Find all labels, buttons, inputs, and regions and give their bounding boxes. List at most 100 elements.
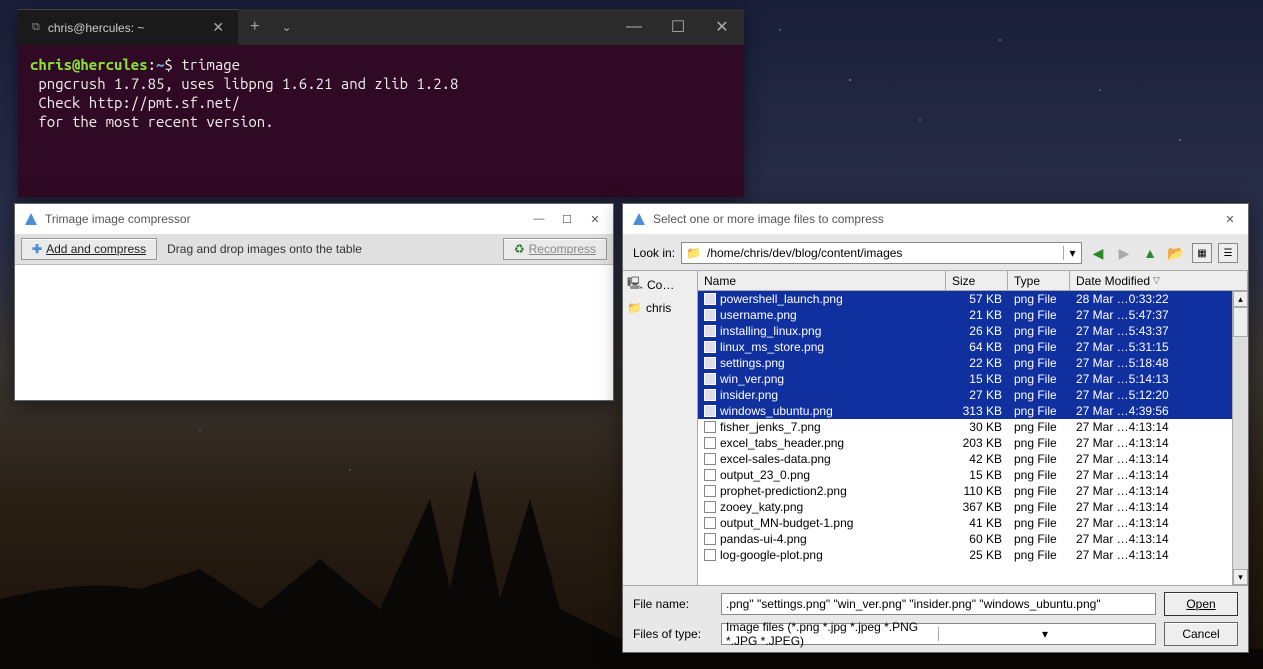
add-and-compress-button[interactable]: ✚ Add and compress <box>21 238 157 260</box>
file-row[interactable]: username.png21 KBpng File27 Mar …5:47:37 <box>698 307 1248 323</box>
file-icon <box>704 549 716 561</box>
file-icon <box>704 389 716 401</box>
terminal-tab[interactable]: ⧉ chris@hercules: ~ ✕ <box>18 9 238 45</box>
header-date[interactable]: Date Modified▽ <box>1070 271 1248 290</box>
file-date: 27 Mar …4:13:14 <box>1070 420 1248 434</box>
maximize-button[interactable]: ☐ <box>656 9 700 45</box>
file-type: png File <box>1008 356 1070 370</box>
header-type[interactable]: Type <box>1008 271 1070 290</box>
file-size: 27 KB <box>946 388 1008 402</box>
file-icon <box>704 357 716 369</box>
file-row[interactable]: windows_ubuntu.png313 KBpng File27 Mar …… <box>698 403 1248 419</box>
file-row[interactable]: log-google-plot.png25 KBpng File27 Mar …… <box>698 547 1248 563</box>
close-tab-icon[interactable]: ✕ <box>212 19 224 36</box>
path-combobox[interactable]: 📁 /home/chris/dev/blog/content/images ▾ <box>681 242 1082 264</box>
file-icon <box>704 373 716 385</box>
file-date: 27 Mar …4:13:14 <box>1070 436 1248 450</box>
picker-titlebar[interactable]: Select one or more image files to compre… <box>623 204 1248 234</box>
file-date: 28 Mar …0:33:22 <box>1070 292 1248 306</box>
sort-desc-icon: ▽ <box>1153 275 1160 286</box>
file-size: 203 KB <box>946 436 1008 450</box>
file-type: png File <box>1008 292 1070 306</box>
filetype-combobox[interactable]: Image files (*.png *.jpg *.jpeg *.PNG *.… <box>721 623 1156 645</box>
scroll-thumb[interactable] <box>1233 307 1248 337</box>
scroll-up-icon[interactable]: ▴ <box>1233 291 1248 307</box>
close-window-button[interactable]: ✕ <box>581 204 609 234</box>
file-row[interactable]: fisher_jenks_7.png30 KBpng File27 Mar …4… <box>698 419 1248 435</box>
file-name: settings.png <box>720 356 785 370</box>
file-row[interactable]: insider.png27 KBpng File27 Mar …5:12:20 <box>698 387 1248 403</box>
drop-hint: Drag and drop images onto the table <box>167 242 362 256</box>
filename-input[interactable] <box>721 593 1156 615</box>
file-date: 27 Mar …4:13:14 <box>1070 500 1248 514</box>
minimize-button[interactable]: ― <box>612 9 656 45</box>
file-size: 64 KB <box>946 340 1008 354</box>
file-size: 26 KB <box>946 324 1008 338</box>
file-row[interactable]: prophet-prediction2.png110 KBpng File27 … <box>698 483 1248 499</box>
file-row[interactable]: zooey_katy.png367 KBpng File27 Mar …4:13… <box>698 499 1248 515</box>
nav-back-icon[interactable]: ◀ <box>1088 243 1108 263</box>
nav-up-icon[interactable]: ▲ <box>1140 243 1160 263</box>
open-button[interactable]: Open <box>1164 592 1238 616</box>
chevron-down-icon[interactable]: ▾ <box>938 627 1151 641</box>
file-row[interactable]: settings.png 22 KBpng File27 Mar …5:18:48 <box>698 355 1248 371</box>
places-sidebar[interactable]: 🖳 Co… 📁 chris <box>623 271 698 585</box>
file-date: 27 Mar …5:18:48 <box>1070 356 1248 370</box>
maximize-button[interactable]: ☐ <box>553 204 581 234</box>
file-name: insider.png <box>720 388 778 402</box>
look-in-row: Look in: 📁 /home/chris/dev/blog/content/… <box>623 234 1248 270</box>
file-icon <box>704 421 716 433</box>
sidebar-item-computer[interactable]: 🖳 Co… <box>623 271 697 298</box>
minimize-button[interactable]: ― <box>525 204 553 234</box>
file-pane: 🖳 Co… 📁 chris Name Size Type Date Modifi… <box>623 270 1248 586</box>
trimage-titlebar[interactable]: Trimage image compressor ― ☐ ✕ <box>15 204 613 234</box>
trimage-window: Trimage image compressor ― ☐ ✕ ✚ Add and… <box>14 203 614 401</box>
recompress-button[interactable]: ♻ Recompress <box>503 238 607 260</box>
detail-view-button[interactable]: ☰ <box>1218 243 1238 263</box>
terminal-body[interactable]: chris@hercules:~$ trimage pngcrush 1.7.8… <box>18 45 744 197</box>
cancel-button[interactable]: Cancel <box>1164 622 1238 646</box>
file-row[interactable]: excel_tabs_header.png203 KBpng File27 Ma… <box>698 435 1248 451</box>
recycle-icon: ♻ <box>514 242 525 256</box>
file-type: png File <box>1008 516 1070 530</box>
file-size: 22 KB <box>946 356 1008 370</box>
file-row[interactable]: pandas-ui-4.png60 KBpng File27 Mar …4:13… <box>698 531 1248 547</box>
header-size[interactable]: Size <box>946 271 1008 290</box>
file-icon <box>704 517 716 529</box>
tab-menu-chevron-icon[interactable]: ⌄ <box>272 20 302 34</box>
file-type: png File <box>1008 548 1070 562</box>
file-name: log-google-plot.png <box>720 548 823 562</box>
new-folder-icon[interactable]: 📂 <box>1166 243 1186 263</box>
file-name: win_ver.png <box>720 372 784 386</box>
file-row[interactable]: win_ver.png15 KBpng File27 Mar …5:14:13 <box>698 371 1248 387</box>
icon-view-button[interactable]: ▦ <box>1192 243 1212 263</box>
file-row[interactable]: linux_ms_store.png64 KBpng File27 Mar …5… <box>698 339 1248 355</box>
chevron-down-icon[interactable]: ▾ <box>1063 246 1081 260</box>
close-window-button[interactable]: ✕ <box>1216 204 1244 234</box>
file-icon <box>704 325 716 337</box>
close-window-button[interactable]: ✕ <box>700 9 744 45</box>
file-row[interactable]: installing_linux.png26 KBpng File27 Mar … <box>698 323 1248 339</box>
file-date: 27 Mar …5:43:37 <box>1070 324 1248 338</box>
plus-icon: ✚ <box>32 242 42 256</box>
scroll-down-icon[interactable]: ▾ <box>1233 569 1248 585</box>
sidebar-item-label: chris <box>646 301 671 315</box>
file-row[interactable]: powershell_launch.png57 KBpng File28 Mar… <box>698 291 1248 307</box>
file-row[interactable]: output_23_0.png15 KBpng File27 Mar …4:13… <box>698 467 1248 483</box>
scrollbar[interactable]: ▴ ▾ <box>1232 291 1248 585</box>
file-size: 57 KB <box>946 292 1008 306</box>
sidebar-item-home[interactable]: 📁 chris <box>623 298 697 318</box>
terminal-titlebar[interactable]: ⧉ chris@hercules: ~ ✕ + ⌄ ― ☐ ✕ <box>18 9 744 45</box>
file-type: png File <box>1008 532 1070 546</box>
file-icon <box>704 501 716 513</box>
header-name[interactable]: Name <box>698 271 946 290</box>
computer-icon: 🖳 <box>627 274 643 295</box>
terminal-tab-title: chris@hercules: ~ <box>48 21 145 35</box>
new-tab-button[interactable]: + <box>238 18 271 36</box>
file-row[interactable]: output_MN-budget-1.png41 KBpng File27 Ma… <box>698 515 1248 531</box>
drop-area[interactable] <box>15 264 613 400</box>
nav-forward-icon[interactable]: ▶ <box>1114 243 1134 263</box>
add-button-label: Add and compress <box>46 242 146 256</box>
file-row[interactable]: excel-sales-data.png42 KBpng File27 Mar … <box>698 451 1248 467</box>
file-icon <box>704 293 716 305</box>
